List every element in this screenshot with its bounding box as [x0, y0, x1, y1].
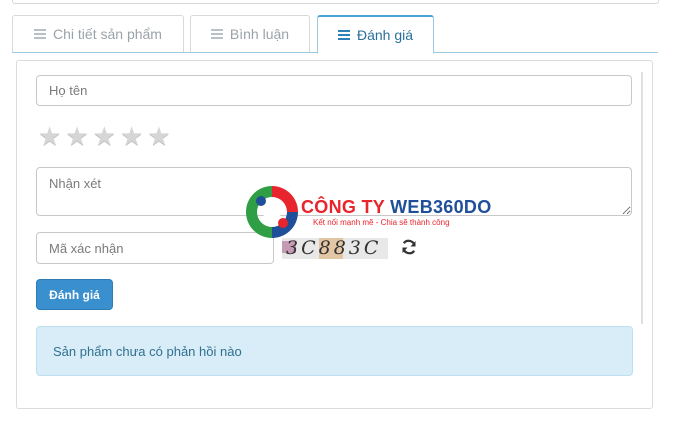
company-watermark: CÔNG TY WEB360DO Kết nối mạnh mẽ - Chia … [243, 183, 491, 241]
company-logo-icon [246, 186, 298, 238]
tab-product-details[interactable]: Chi tiết sản phẩm [12, 15, 184, 52]
name-input[interactable] [36, 75, 632, 106]
company-name: CÔNG TY WEB360DO [301, 197, 492, 217]
tab-reviews[interactable]: Đánh giá [317, 15, 434, 54]
captcha-input[interactable] [36, 232, 274, 264]
star-rating[interactable]: ★ ★ ★ ★ ★ [38, 122, 171, 150]
star-icon[interactable]: ★ [65, 122, 88, 150]
star-icon[interactable]: ★ [93, 122, 116, 150]
captcha-code: 3C883C [286, 238, 382, 259]
tab-comments[interactable]: Bình luận [190, 15, 310, 52]
tab-label: Đánh giá [356, 27, 414, 43]
menu-icon [210, 29, 223, 39]
captcha-image: 3C883C [282, 238, 388, 259]
star-icon[interactable]: ★ [147, 122, 170, 150]
no-reviews-alert: Sản phẩm chưa có phản hồi nào [36, 326, 633, 376]
star-icon[interactable]: ★ [38, 122, 61, 150]
tab-label: Bình luận [229, 26, 290, 42]
submit-review-button[interactable]: Đánh giá [36, 279, 113, 310]
menu-icon [337, 30, 350, 40]
star-icon[interactable]: ★ [120, 122, 143, 150]
tab-label: Chi tiết sản phẩm [53, 26, 162, 42]
menu-icon [34, 29, 47, 39]
alert-message: Sản phẩm chưa có phản hồi nào [53, 343, 242, 359]
previous-panel-edge [12, 0, 659, 4]
company-slogan: Kết nối mạnh mẽ - Chia sẽ thành công [313, 218, 450, 227]
panel-scrollbar[interactable] [641, 72, 643, 324]
